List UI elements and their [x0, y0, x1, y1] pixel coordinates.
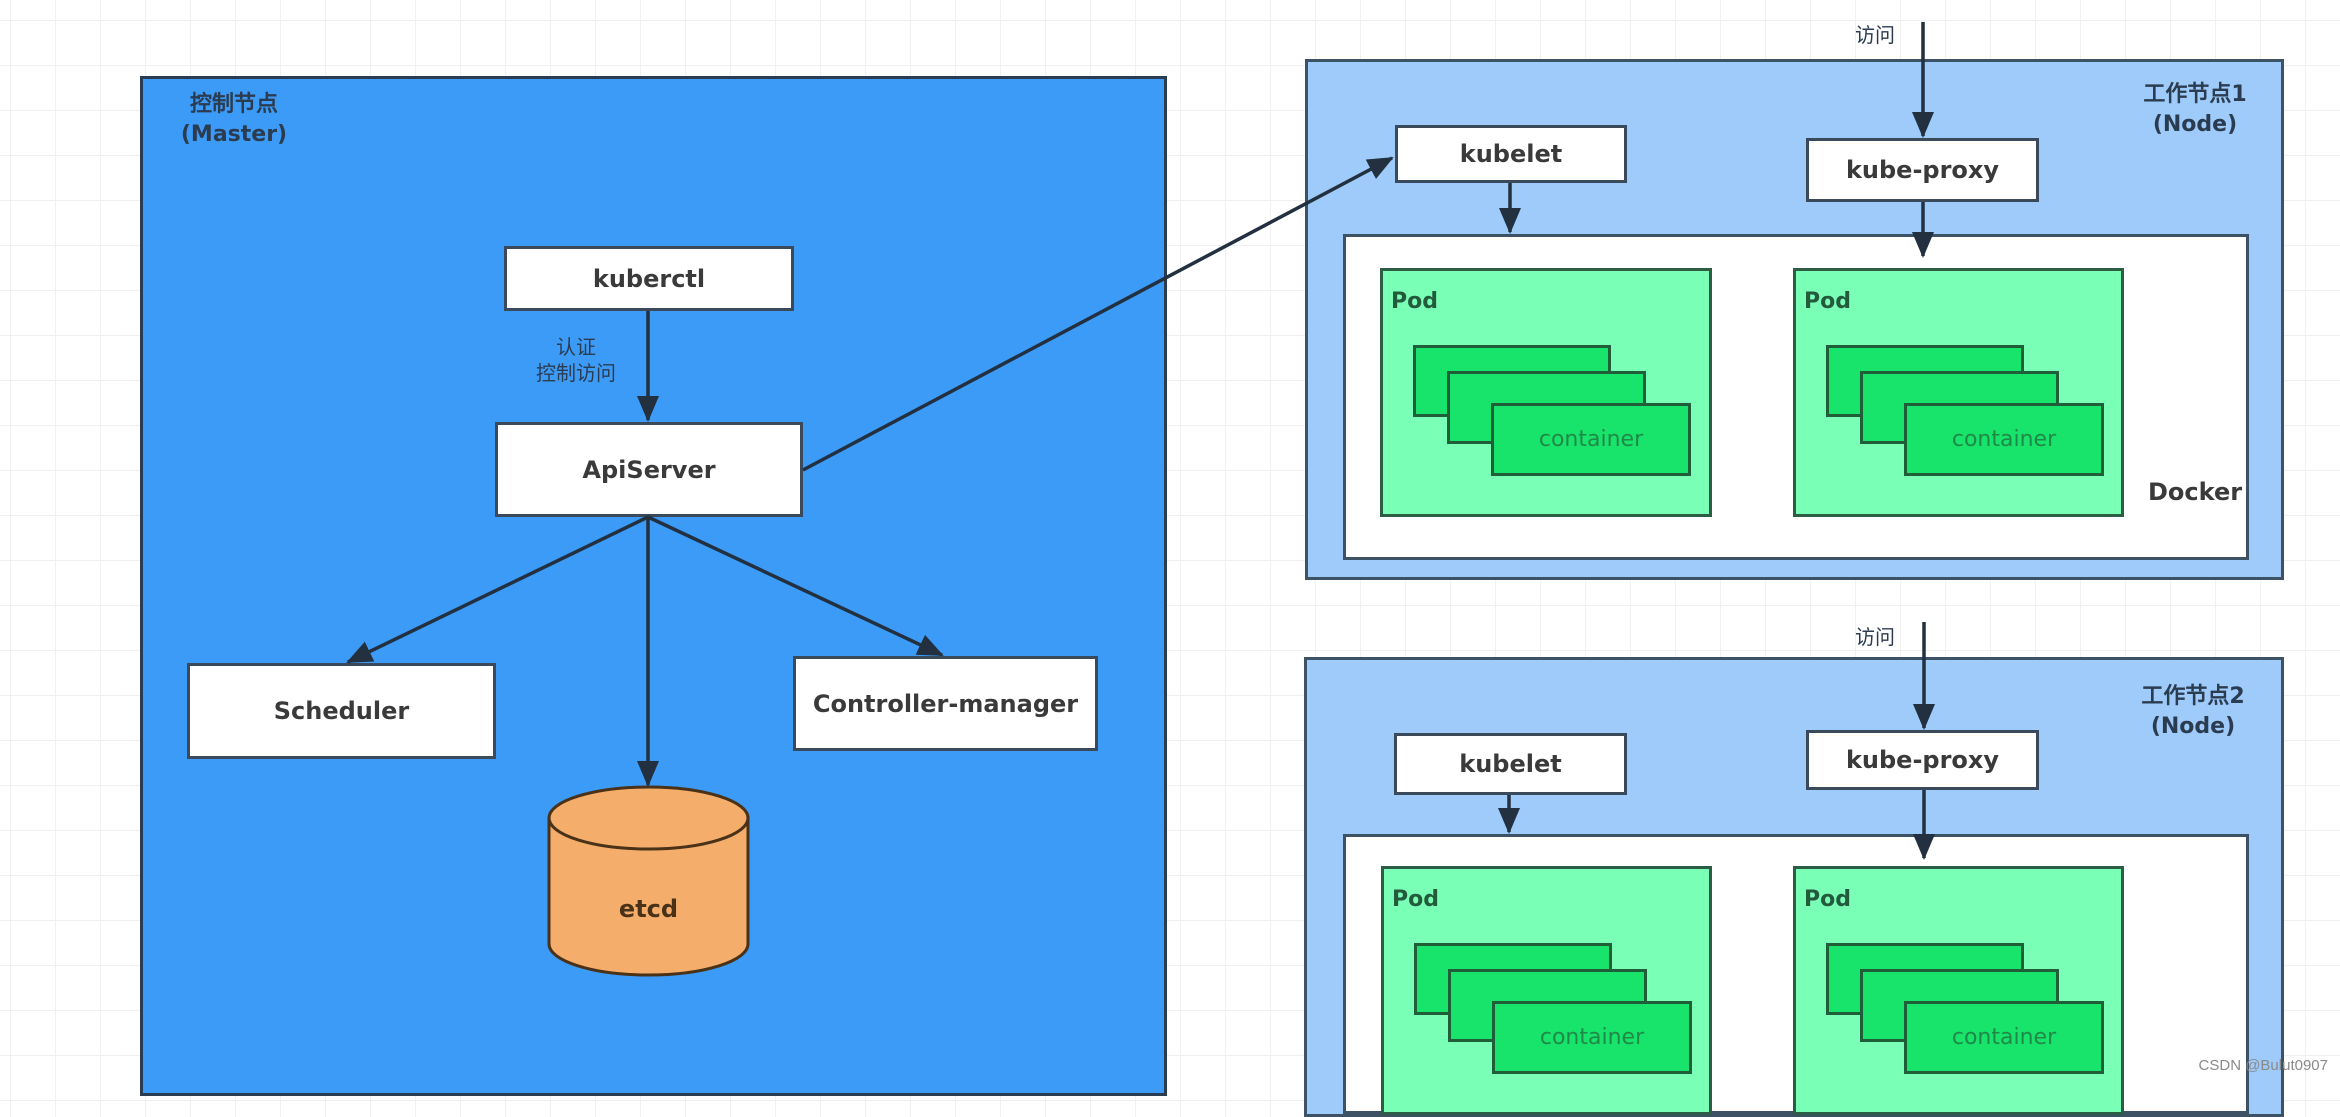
master-title-cn: 控制节点 — [189, 92, 278, 117]
pod-1-2[interactable]: Pod container — [1793, 268, 2124, 517]
container-front[interactable]: container — [1491, 403, 1691, 476]
kubectl-box[interactable]: kuberctl — [504, 246, 794, 311]
master-node — [140, 76, 1167, 1096]
auth-edge-label: 认证 控制访问 — [516, 334, 636, 386]
scheduler-label: Scheduler — [273, 697, 410, 725]
docker-label-1: Docker — [2148, 478, 2243, 506]
kubelet-label: kubelet — [1459, 140, 1563, 168]
kube-proxy-box-1[interactable]: kube-proxy — [1806, 138, 2039, 202]
pod-label: Pod — [1804, 887, 1851, 912]
pod-label: Pod — [1391, 289, 1438, 314]
container-front[interactable]: container — [1904, 403, 2104, 476]
container-label: container — [1539, 1025, 1645, 1050]
master-title: 控制节点 (Master) — [164, 90, 304, 150]
container-front[interactable]: container — [1904, 1001, 2104, 1074]
kubectl-label: kuberctl — [592, 264, 706, 293]
worker-node-1-title-en: (Node) — [2152, 112, 2238, 137]
master-title-en: (Master) — [180, 122, 288, 147]
container-label: container — [1951, 427, 2057, 452]
worker-node-1-title: 工作节点1 (Node) — [2120, 80, 2270, 140]
auth-label: 认证 — [556, 335, 596, 359]
container-label: container — [1951, 1025, 2057, 1050]
kube-proxy-label: kube-proxy — [1845, 156, 2000, 184]
pod-label: Pod — [1804, 289, 1851, 314]
pod-2-1[interactable]: Pod container — [1381, 866, 1712, 1115]
worker-node-2-title: 工作节点2 (Node) — [2118, 682, 2268, 742]
access-control-label: 控制访问 — [536, 361, 616, 385]
scheduler-box[interactable]: Scheduler — [187, 663, 496, 759]
kubelet-box-1[interactable]: kubelet — [1395, 125, 1627, 183]
apiserver-box[interactable]: ApiServer — [495, 422, 803, 517]
access-label-1: 访问 — [1855, 23, 1895, 47]
kubelet-label: kubelet — [1459, 750, 1562, 778]
worker-node-2-title-en: (Node) — [2150, 714, 2236, 739]
watermark: CSDN @Bulut0907 — [2198, 1057, 2328, 1074]
container-label: container — [1538, 427, 1644, 452]
kubelet-box-2[interactable]: kubelet — [1394, 733, 1627, 795]
pod-2-2[interactable]: Pod container — [1793, 866, 2124, 1115]
access-label-2: 访问 — [1855, 625, 1895, 649]
pod-label: Pod — [1392, 887, 1439, 912]
kube-proxy-label: kube-proxy — [1845, 746, 2000, 774]
worker-node-2-title-cn: 工作节点2 — [2141, 684, 2245, 709]
kube-proxy-box-2[interactable]: kube-proxy — [1806, 730, 2039, 790]
container-front[interactable]: container — [1492, 1001, 1692, 1074]
pod-1-1[interactable]: Pod container — [1380, 268, 1712, 517]
worker-node-1-title-cn: 工作节点1 — [2143, 82, 2247, 107]
etcd-label: etcd — [618, 895, 679, 923]
controller-manager-label: Controller-manager — [812, 689, 1079, 718]
controller-manager-box[interactable]: Controller-manager — [793, 656, 1098, 751]
apiserver-label: ApiServer — [582, 455, 716, 484]
